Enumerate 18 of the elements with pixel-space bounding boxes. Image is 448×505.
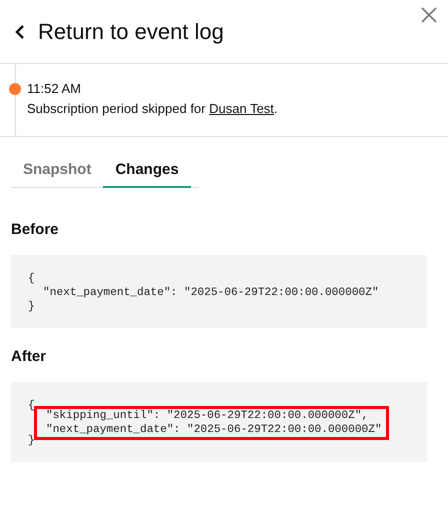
code-line: } [28, 300, 36, 314]
close-icon [421, 7, 437, 23]
close-button[interactable] [421, 7, 437, 23]
section-heading: After [11, 348, 48, 365]
section-heading: Before [11, 221, 60, 238]
tab[interactable]: Snapshot [11, 155, 104, 188]
event-time: 11:52 AM [27, 81, 82, 96]
code-line: "next_payment_date": "2025-06-29T22:00:00.000000Z" [43, 286, 380, 300]
event-description: Subscription period skipped for Dusan Test. [27, 101, 278, 116]
code-line: { [28, 272, 36, 286]
code-line: { [28, 399, 36, 413]
back-link[interactable]: Return to event log [38, 18, 224, 44]
code-line: "skipping_until": "2025-06-29T22:00:00.000000Z", [46, 409, 370, 423]
code-line: } [28, 434, 36, 448]
code-line: "next_payment_date": "2025-06-29T22:00:00.000000Z" [46, 423, 382, 437]
back-chevron-icon[interactable] [15, 24, 25, 40]
customer-link[interactable]: Dusan Test [209, 101, 274, 116]
tab[interactable]: Changes [103, 155, 191, 188]
